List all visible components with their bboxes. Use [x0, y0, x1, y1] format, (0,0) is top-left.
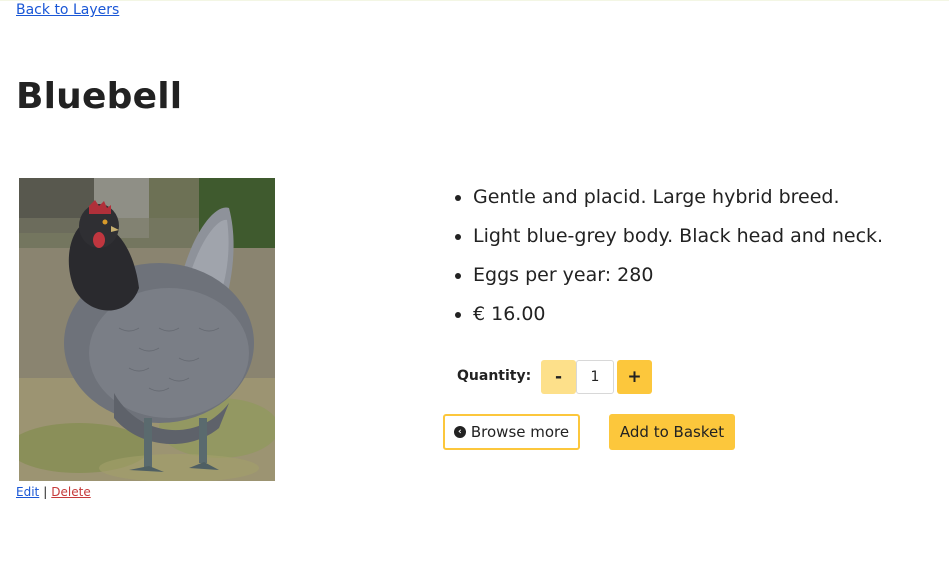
top-divider: [0, 0, 949, 1]
product-title: Bluebell: [16, 76, 183, 117]
quantity-increment-button[interactable]: +: [617, 360, 652, 394]
chevron-left-circle-icon: ‹: [453, 426, 466, 438]
detail-appearance: Light blue-grey body. Black head and nec…: [473, 217, 883, 256]
browse-more-button[interactable]: ‹ Browse more: [443, 414, 580, 450]
detail-eggs-per-year: Eggs per year: 280: [473, 256, 883, 295]
detail-description: Gentle and placid. Large hybrid breed.: [473, 178, 883, 217]
product-details-list: Gentle and placid. Large hybrid breed. L…: [452, 178, 883, 334]
admin-links: Edit | Delete: [16, 485, 91, 499]
detail-price: € 16.00: [473, 295, 883, 334]
back-to-layers-link[interactable]: Back to Layers: [16, 2, 119, 18]
quantity-decrement-button[interactable]: -: [541, 360, 576, 394]
add-to-basket-button[interactable]: Add to Basket: [609, 414, 735, 450]
quantity-label: Quantity:: [457, 368, 532, 384]
browse-more-label: Browse more: [470, 423, 570, 441]
edit-link[interactable]: Edit: [16, 485, 39, 499]
link-separator: |: [43, 485, 48, 499]
quantity-input[interactable]: [576, 360, 614, 394]
product-image: [19, 178, 275, 481]
delete-link[interactable]: Delete: [51, 485, 90, 499]
